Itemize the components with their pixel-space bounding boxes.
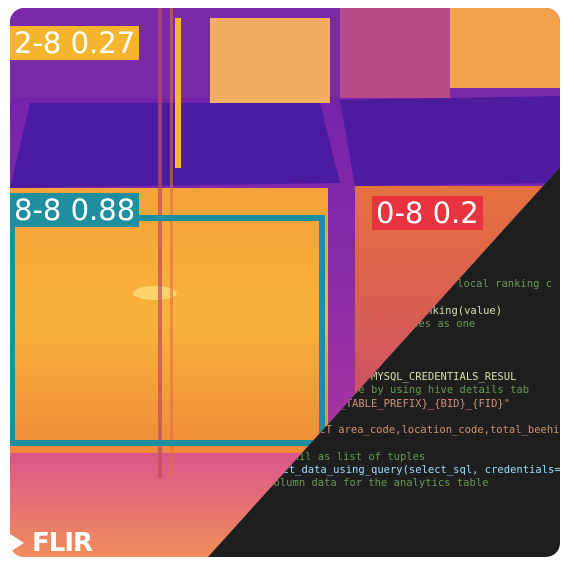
detection-label-3: 0-8 0.2 xyxy=(372,196,483,230)
detection-label-2: 8-8 0.88 xyxy=(10,193,140,227)
detection-box-1 xyxy=(175,18,181,168)
flir-logo-text: FLIR xyxy=(32,528,93,557)
thermal-code-composite-card: 2-8 0.27 8-8 0.88 0-8 0.2 # and its loca… xyxy=(10,8,560,557)
detection-label-1: 2-8 0.27 xyxy=(10,26,140,60)
flir-logo-mark-icon xyxy=(10,534,24,552)
flir-logo: FLIR xyxy=(10,528,93,557)
